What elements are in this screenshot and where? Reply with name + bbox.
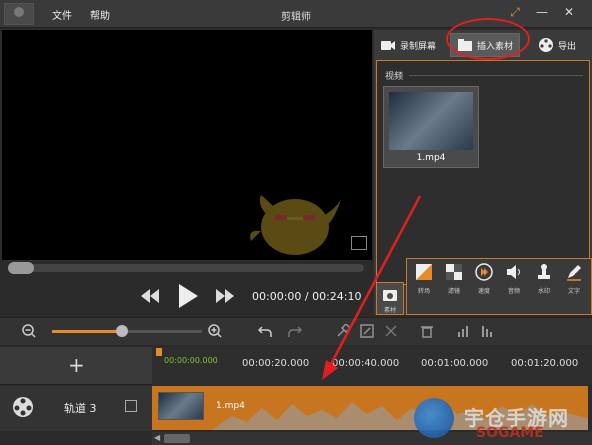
annotation-arrow xyxy=(322,195,422,380)
watermark-logo xyxy=(414,398,454,438)
watermark-subtext: SOGAME xyxy=(476,425,544,441)
